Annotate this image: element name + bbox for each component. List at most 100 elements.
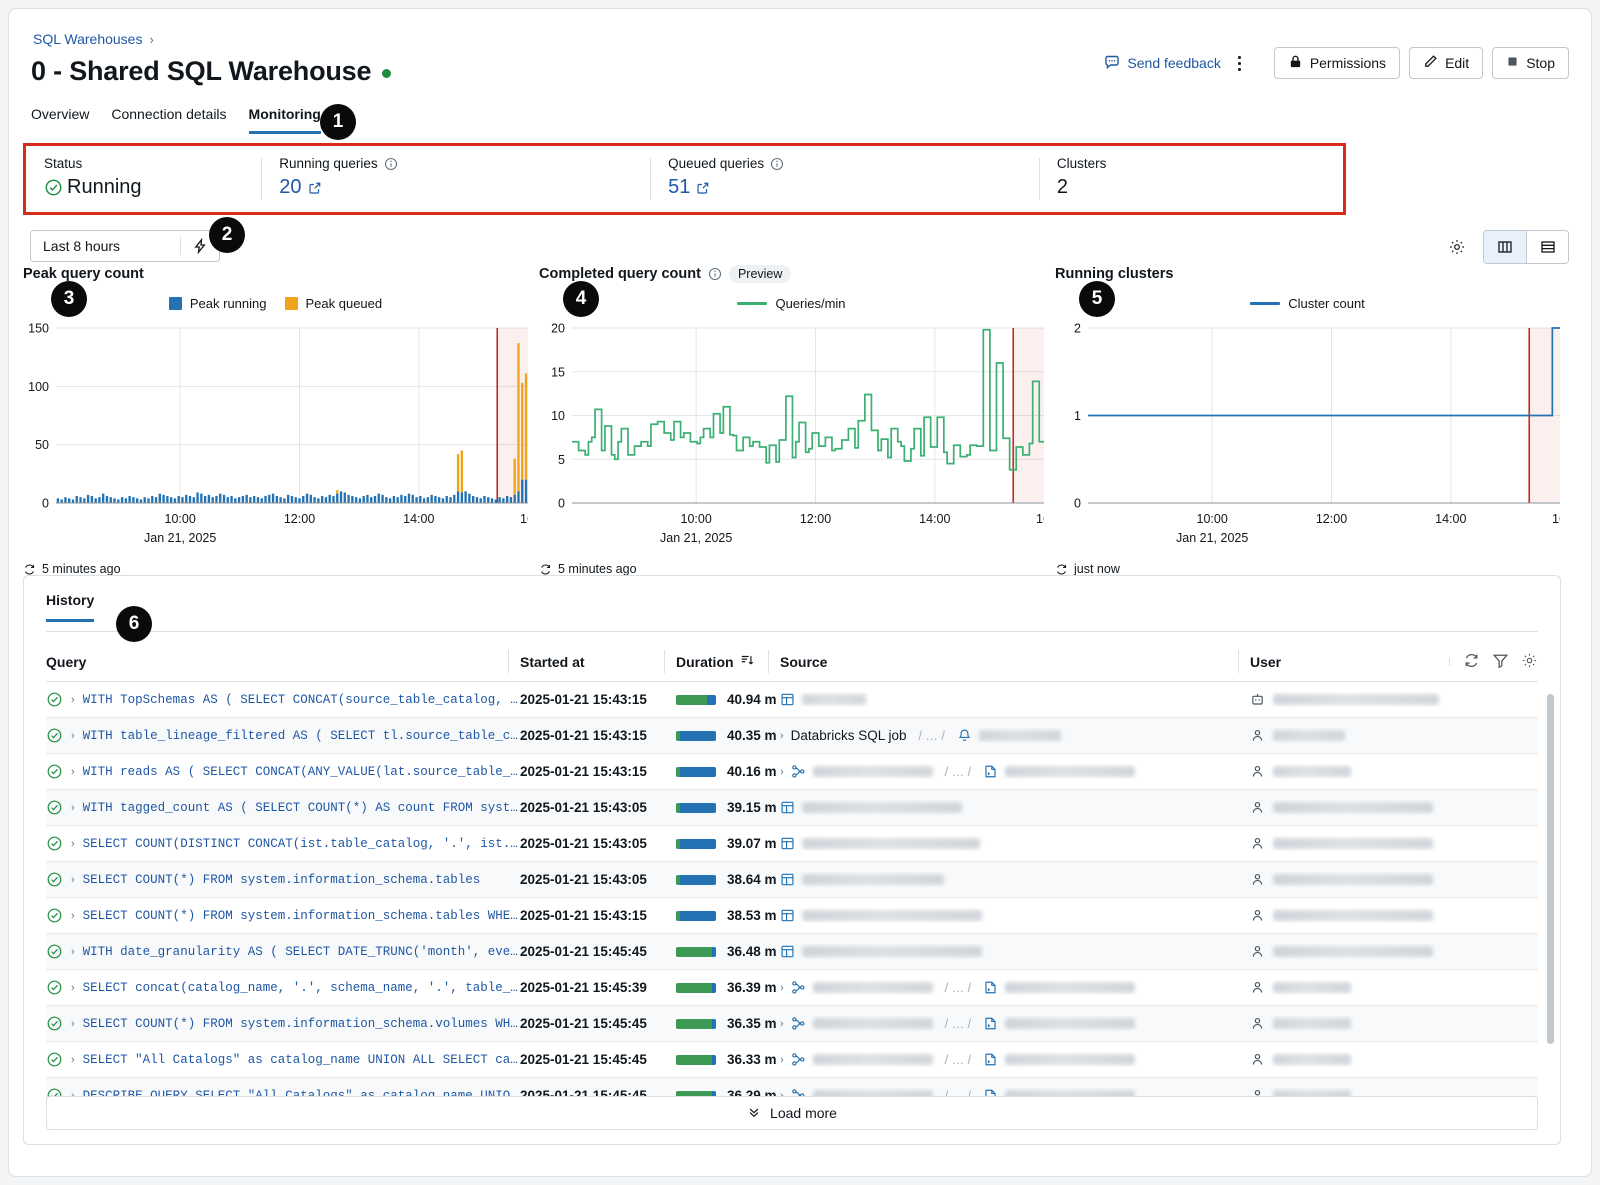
- table-row[interactable]: › WITH date_granularity AS ( SELECT DATE_…: [46, 934, 1538, 970]
- query-text[interactable]: WITH reads AS ( SELECT CONCAT(ANY_VALUE(…: [83, 765, 520, 779]
- expand-source-chevron-icon[interactable]: ›: [780, 730, 784, 742]
- pipeline-icon[interactable]: [791, 1016, 806, 1031]
- stat-value[interactable]: 20: [279, 176, 301, 199]
- chart-plot[interactable]: 0510152010:0012:0014:0016:00Jan 21, 2025: [539, 316, 1044, 556]
- notebook-icon[interactable]: [983, 1052, 998, 1067]
- cell-source[interactable]: [780, 836, 1250, 851]
- table-row[interactable]: › SELECT COUNT(*) FROM system.information…: [46, 1006, 1538, 1042]
- column-header-started-at[interactable]: Started at: [520, 642, 676, 681]
- cell-source[interactable]: [780, 908, 1250, 923]
- stat-value[interactable]: 51: [668, 176, 690, 199]
- table-icon[interactable]: [780, 872, 795, 887]
- table-row[interactable]: › WITH tagged_count AS ( SELECT COUNT(*) …: [46, 790, 1538, 826]
- cell-source[interactable]: ›/ … /: [780, 1052, 1250, 1067]
- cell-source[interactable]: ›/ … /: [780, 1016, 1250, 1031]
- query-text[interactable]: WITH table_lineage_filtered AS ( SELECT …: [83, 729, 520, 743]
- expand-row-chevron-icon[interactable]: ›: [71, 1054, 75, 1066]
- filter-icon[interactable]: [1492, 652, 1509, 672]
- query-text[interactable]: SELECT "All Catalogs" as catalog_name UN…: [83, 1053, 520, 1067]
- tab-history[interactable]: History: [46, 592, 94, 622]
- source-text[interactable]: Databricks SQL job: [791, 728, 907, 743]
- table-row[interactable]: › SELECT COUNT(DISTINCT CONCAT(ist.table_…: [46, 826, 1538, 862]
- expand-row-chevron-icon[interactable]: ›: [71, 982, 75, 994]
- cell-source[interactable]: ›/ … /: [780, 980, 1250, 995]
- table-icon[interactable]: [780, 944, 795, 959]
- query-text[interactable]: SELECT COUNT(*) FROM system.information_…: [83, 873, 481, 887]
- notebook-icon[interactable]: [983, 764, 998, 779]
- edit-button[interactable]: Edit: [1409, 47, 1483, 79]
- table-row[interactable]: › WITH TopSchemas AS ( SELECT CONCAT(sour…: [46, 682, 1538, 718]
- cell-source[interactable]: [780, 692, 1250, 707]
- column-header-query[interactable]: Query: [46, 642, 520, 681]
- cell-source[interactable]: [780, 944, 1250, 959]
- permissions-button[interactable]: Permissions: [1274, 47, 1400, 79]
- tab-monitoring[interactable]: Monitoring: [249, 106, 321, 134]
- notebook-icon[interactable]: [983, 1016, 998, 1031]
- info-icon[interactable]: [770, 157, 784, 171]
- query-text[interactable]: SELECT COUNT(*) FROM system.information_…: [83, 909, 520, 923]
- table-row[interactable]: › SELECT "All Catalogs" as catalog_name U…: [46, 1042, 1538, 1078]
- legend-item[interactable]: Peak running: [169, 296, 267, 311]
- more-options-button[interactable]: [1227, 49, 1253, 77]
- expand-row-chevron-icon[interactable]: ›: [71, 802, 75, 814]
- cell-source[interactable]: ›/ … /: [780, 764, 1250, 779]
- info-icon[interactable]: [708, 267, 722, 281]
- breadcrumb-link-sql-warehouses[interactable]: SQL Warehouses: [33, 31, 142, 47]
- tab-connection-details[interactable]: Connection details: [111, 106, 226, 134]
- tab-overview[interactable]: Overview: [31, 106, 89, 134]
- legend-item[interactable]: Queries/min: [737, 296, 845, 311]
- rows-view-button[interactable]: [1526, 231, 1568, 263]
- table-row[interactable]: › WITH reads AS ( SELECT CONCAT(ANY_VALUE…: [46, 754, 1538, 790]
- expand-row-chevron-icon[interactable]: ›: [71, 910, 75, 922]
- legend-item[interactable]: Cluster count: [1250, 296, 1365, 311]
- column-header-user[interactable]: User: [1250, 642, 1430, 681]
- expand-row-chevron-icon[interactable]: ›: [71, 946, 75, 958]
- columns-view-button[interactable]: [1484, 231, 1526, 263]
- chart-plot[interactable]: 01210:0012:0014:0016:00Jan 21, 2025: [1055, 316, 1560, 556]
- expand-row-chevron-icon[interactable]: ›: [71, 1018, 75, 1030]
- table-icon[interactable]: [780, 800, 795, 815]
- notebook-icon[interactable]: [983, 980, 998, 995]
- cell-source[interactable]: ›Databricks SQL job/ … /: [780, 728, 1250, 743]
- external-link-icon[interactable]: [696, 181, 710, 195]
- history-scrollbar[interactable]: [1547, 694, 1554, 1044]
- pipeline-icon[interactable]: [791, 1052, 806, 1067]
- cell-source[interactable]: [780, 872, 1250, 887]
- pipeline-icon[interactable]: [791, 980, 806, 995]
- expand-source-chevron-icon[interactable]: ›: [780, 1054, 784, 1066]
- query-text[interactable]: WITH date_granularity AS ( SELECT DATE_T…: [83, 945, 520, 959]
- expand-row-chevron-icon[interactable]: ›: [71, 766, 75, 778]
- table-row[interactable]: › SELECT concat(catalog_name, '.', schema…: [46, 970, 1538, 1006]
- expand-source-chevron-icon[interactable]: ›: [780, 766, 784, 778]
- alert-icon[interactable]: [957, 728, 972, 743]
- expand-source-chevron-icon[interactable]: ›: [780, 1018, 784, 1030]
- stop-button[interactable]: Stop: [1492, 47, 1569, 79]
- expand-row-chevron-icon[interactable]: ›: [71, 730, 75, 742]
- pipeline-icon[interactable]: [791, 764, 806, 779]
- refresh-icon[interactable]: [1463, 652, 1480, 672]
- load-more-button[interactable]: Load more: [46, 1096, 1538, 1130]
- query-text[interactable]: WITH tagged_count AS ( SELECT COUNT(*) A…: [83, 801, 520, 815]
- column-header-source[interactable]: Source: [780, 642, 1250, 681]
- query-text[interactable]: SELECT concat(catalog_name, '.', schema_…: [83, 981, 520, 995]
- table-icon[interactable]: [780, 692, 795, 707]
- expand-source-chevron-icon[interactable]: ›: [780, 982, 784, 994]
- send-feedback-button[interactable]: Send feedback: [1104, 54, 1220, 73]
- gear-icon[interactable]: [1521, 652, 1538, 672]
- table-icon[interactable]: [780, 908, 795, 923]
- time-range-selector[interactable]: Last 8 hours: [30, 230, 220, 262]
- table-icon[interactable]: [780, 836, 795, 851]
- expand-row-chevron-icon[interactable]: ›: [71, 838, 75, 850]
- external-link-icon[interactable]: [308, 181, 322, 195]
- table-row[interactable]: › WITH table_lineage_filtered AS ( SELECT…: [46, 718, 1538, 754]
- column-header-duration[interactable]: Duration: [676, 642, 780, 681]
- table-row[interactable]: › SELECT COUNT(*) FROM system.information…: [46, 898, 1538, 934]
- expand-row-chevron-icon[interactable]: ›: [71, 874, 75, 886]
- query-text[interactable]: SELECT COUNT(DISTINCT CONCAT(ist.table_c…: [83, 837, 520, 851]
- table-row[interactable]: › SELECT COUNT(*) FROM system.information…: [46, 862, 1538, 898]
- expand-row-chevron-icon[interactable]: ›: [71, 694, 75, 706]
- chart-settings-button[interactable]: [1441, 231, 1473, 263]
- query-text[interactable]: WITH TopSchemas AS ( SELECT CONCAT(sourc…: [83, 693, 520, 707]
- legend-item[interactable]: Peak queued: [285, 296, 383, 311]
- query-text[interactable]: SELECT COUNT(*) FROM system.information_…: [83, 1017, 520, 1031]
